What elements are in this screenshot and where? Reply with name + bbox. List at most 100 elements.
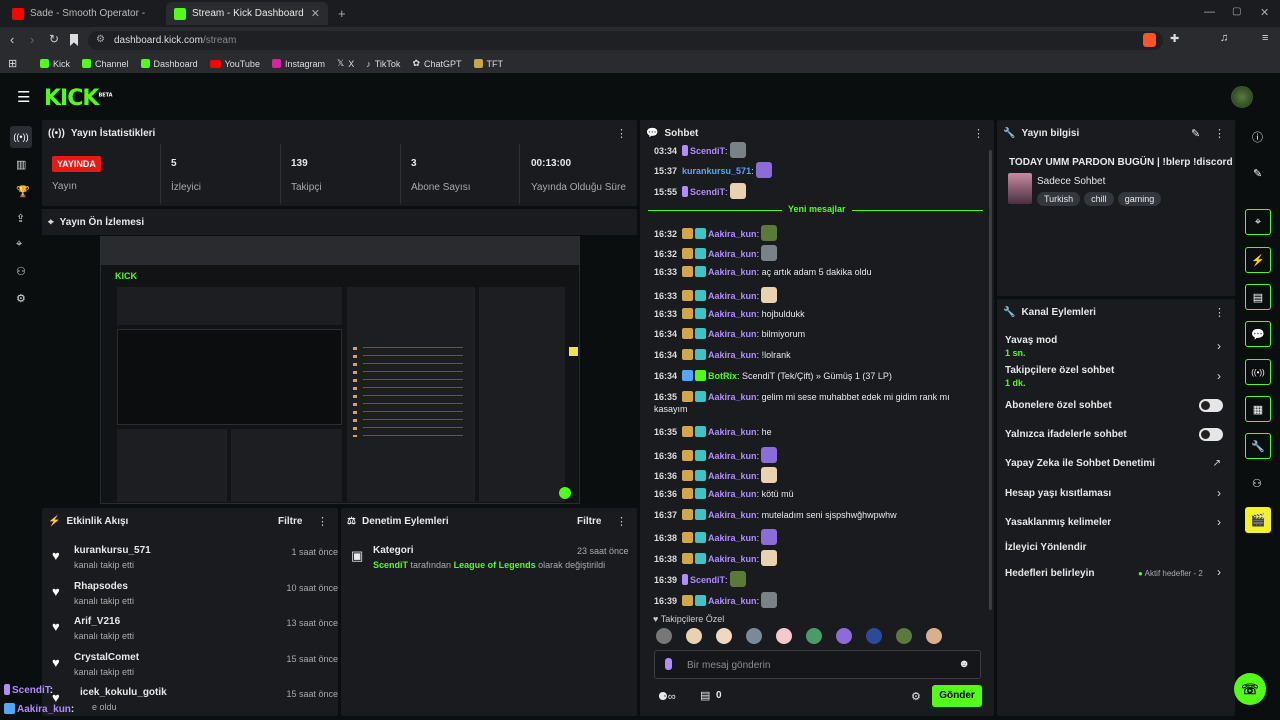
hamburger-menu-icon[interactable]: ☰ — [17, 88, 30, 106]
trophy-nav-icon[interactable]: 🏆 — [16, 185, 30, 198]
more-icon[interactable]: ⋮ — [616, 515, 627, 528]
brave-shield-icon[interactable] — [1143, 33, 1156, 47]
bookmark-tft[interactable]: TFT — [473, 59, 503, 69]
lightning-icon[interactable]: ⚡ — [1245, 247, 1271, 273]
chat-username[interactable]: Aakira_kun — [708, 533, 757, 543]
settings-nav-icon[interactable]: ⚙ — [16, 292, 26, 305]
event-user[interactable]: Arif_V216 — [74, 616, 120, 627]
emote-icon[interactable] — [896, 628, 912, 644]
chat-username[interactable]: Aakira_kun — [708, 329, 757, 339]
chat-username[interactable]: Aakira_kun — [708, 554, 757, 564]
chevron-right-icon[interactable]: › — [1217, 565, 1221, 579]
chat-username[interactable]: Aakira_kun — [708, 451, 757, 461]
event-user[interactable]: kurankursu_571 — [74, 545, 151, 556]
media-icon[interactable]: ♫ — [1220, 32, 1228, 44]
filter-button[interactable]: Filtre — [278, 516, 302, 527]
moderation-user[interactable]: ScendiT — [373, 560, 408, 570]
account-age-action[interactable]: Hesap yaşı kısıtlaması — [1005, 488, 1111, 499]
community-icon[interactable]: ⚇ — [1252, 477, 1262, 490]
chat-username[interactable]: Aakira_kun — [708, 249, 757, 259]
emote-icon[interactable] — [836, 628, 852, 644]
chat-username[interactable]: Aakira_kun — [708, 427, 757, 437]
bookmark-chatgpt[interactable]: ✿ ChatGPT — [412, 58, 461, 69]
more-icon[interactable]: ⋮ — [1214, 127, 1225, 140]
banned-words-action[interactable]: Yasaklanmış kelimeler — [1005, 517, 1111, 528]
send-button[interactable]: Gönder — [932, 685, 982, 707]
chat-username[interactable]: ScendiT — [690, 575, 725, 585]
apps-grid-icon[interactable]: ⊞ — [8, 57, 17, 70]
emote-icon[interactable] — [716, 628, 732, 644]
chevron-right-icon[interactable]: › — [1217, 515, 1221, 529]
emotes-only-toggle[interactable] — [1199, 428, 1223, 441]
moderation-category[interactable]: League of Legends — [454, 560, 536, 570]
url-field[interactable]: ⚙ dashboard.kick.com/stream — [88, 31, 1163, 50]
document-icon[interactable]: ▤ — [1245, 284, 1271, 310]
chat-scrollbar[interactable] — [989, 150, 992, 610]
points-icon[interactable]: ⚈∞ — [658, 690, 676, 703]
chat-username[interactable]: Aakira_kun — [708, 489, 757, 499]
edit-icon[interactable]: ✎ — [1253, 167, 1262, 180]
maximize-button[interactable]: ▢ — [1232, 6, 1241, 17]
bookmark-tiktok[interactable]: ♪ TikTok — [366, 59, 400, 69]
chevron-right-icon[interactable]: › — [1217, 339, 1221, 353]
bookmark-instagram[interactable]: Instagram — [271, 59, 325, 69]
layout-icon[interactable]: ▦ — [1245, 396, 1271, 422]
chat-username[interactable]: Aakira_kun — [708, 596, 757, 606]
bookmark-x[interactable]: 𝕏X — [337, 58, 354, 69]
more-icon[interactable]: ⋮ — [973, 127, 984, 140]
info-icon[interactable]: ⓘ — [1252, 129, 1263, 145]
chat-username[interactable]: kurankursu_571 — [682, 166, 751, 176]
site-settings-icon[interactable]: ⚙ — [96, 34, 105, 45]
upload-nav-icon[interactable]: ⇪ — [16, 212, 25, 225]
bookmark-icon[interactable] — [70, 34, 78, 46]
chat-username[interactable]: Aakira_kun — [708, 229, 757, 239]
emote-icon[interactable] — [746, 628, 762, 644]
bookmark-youtube[interactable]: YouTube — [209, 59, 260, 69]
community-nav-icon[interactable]: ⚇ — [16, 265, 26, 278]
menu-icon[interactable]: ≡ — [1262, 32, 1268, 44]
help-chat-icon[interactable]: ☏ — [1234, 673, 1266, 705]
event-user[interactable]: Rhapsodes — [74, 581, 128, 592]
stream-preview-video[interactable]: KICK — [100, 236, 580, 504]
chat-username[interactable]: Aakira_kun — [708, 309, 757, 319]
goals-action[interactable]: Hedefleri belirleyin — [1005, 568, 1094, 579]
chat-username[interactable]: ScendiT — [690, 146, 725, 156]
slow-mode-action[interactable]: Yavaş mod 1 sn. — [1005, 335, 1057, 358]
gift-icon[interactable]: ▤ — [700, 689, 710, 702]
filter-button[interactable]: Filtre — [577, 516, 601, 527]
emote-icon[interactable] — [806, 628, 822, 644]
host-action[interactable]: İzleyici Yönlendir — [1005, 542, 1087, 553]
chat-input[interactable]: Bir mesaj gönderin ☻ — [654, 650, 981, 679]
bookmark-channel[interactable]: Channel — [82, 59, 129, 69]
clapperboard-icon[interactable]: 🎬 — [1245, 507, 1271, 533]
forward-icon[interactable]: › — [30, 32, 34, 47]
analytics-nav-icon[interactable]: ▥ — [16, 158, 26, 171]
edit-icon[interactable]: ✎ — [1191, 127, 1200, 140]
chat-username[interactable]: Aakira_kun — [708, 267, 757, 277]
reload-icon[interactable]: ↻ — [49, 32, 59, 46]
emoji-icon[interactable]: ☻ — [958, 658, 970, 670]
tag[interactable]: gaming — [1117, 192, 1162, 206]
back-icon[interactable]: ‹ — [10, 32, 14, 47]
tag[interactable]: Turkish — [1037, 192, 1081, 206]
minimize-button[interactable]: — — [1204, 6, 1215, 18]
chevron-right-icon[interactable]: › — [1217, 486, 1221, 500]
subscribers-only-toggle[interactable] — [1199, 399, 1223, 412]
bookmark-kick[interactable]: Kick — [40, 59, 70, 69]
wrench-icon[interactable]: 🔧 — [1245, 433, 1271, 459]
moderation-nav-icon[interactable]: ⌖ — [16, 238, 22, 251]
avatar[interactable] — [1231, 86, 1253, 108]
event-user[interactable]: icek_kokulu_gotik — [80, 687, 167, 698]
emote-icon[interactable] — [926, 628, 942, 644]
kick-logo[interactable]: KICKBETA — [44, 86, 113, 111]
ai-moderation-action[interactable]: Yapay Zeka ile Sohbet Denetimi — [1005, 458, 1155, 469]
chat-username[interactable]: Aakira_kun — [708, 471, 757, 481]
close-icon[interactable]: ✕ — [311, 7, 320, 20]
tab-kick-dashboard[interactable]: Stream - Kick Dashboard ✕ — [166, 2, 328, 25]
chat-username[interactable]: Aakira_kun — [708, 350, 757, 360]
emote-icon[interactable] — [656, 628, 672, 644]
emote-icon[interactable] — [866, 628, 882, 644]
chat-icon[interactable]: 💬 — [1245, 321, 1271, 347]
more-icon[interactable]: ⋮ — [616, 127, 627, 140]
tab-youtube[interactable]: Sade - Smooth Operator - Offici — [4, 2, 160, 25]
